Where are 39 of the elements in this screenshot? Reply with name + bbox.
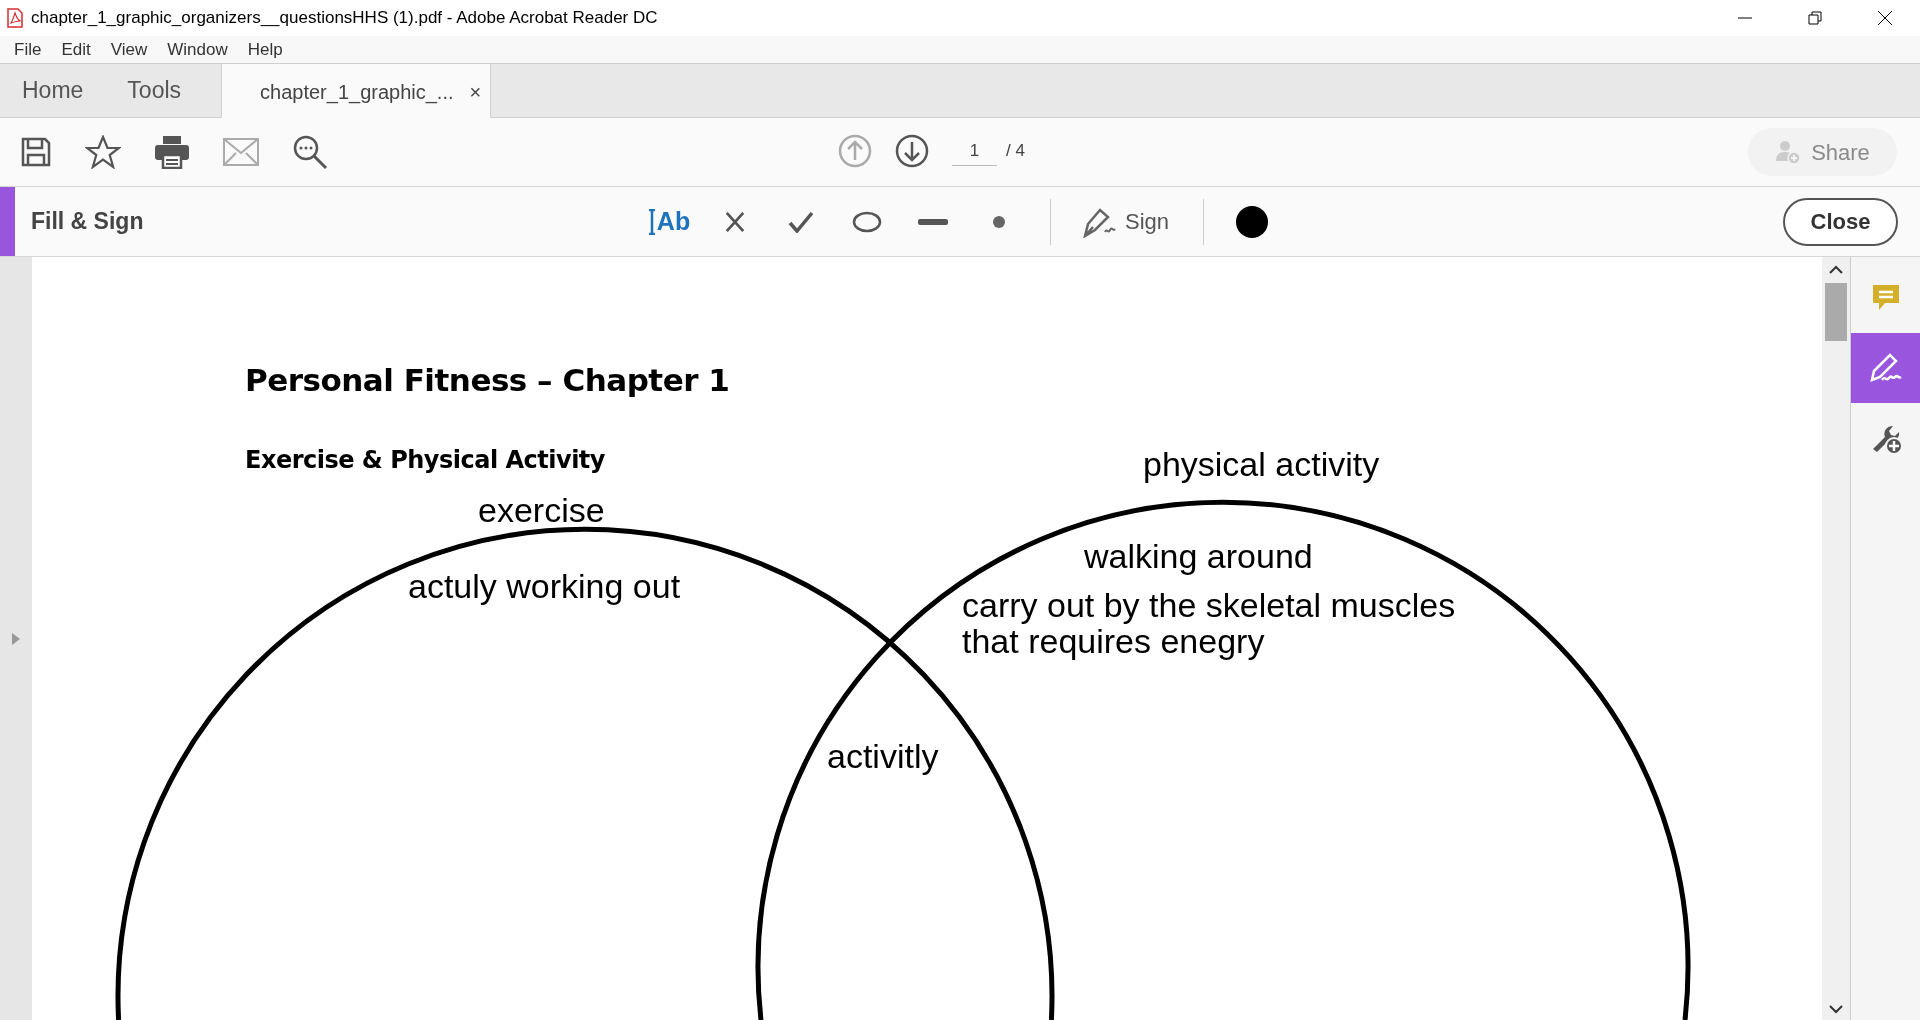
minimize-icon bbox=[1738, 17, 1752, 19]
scrollbar-thumb[interactable] bbox=[1825, 283, 1847, 341]
nav-tab[interactable]: Tools bbox=[105, 64, 204, 117]
menu-item[interactable]: View bbox=[100, 36, 158, 63]
annotation-text: carry out by the skeletal muscles that requires enegry bbox=[962, 587, 1456, 659]
add-person-icon bbox=[1775, 139, 1802, 165]
page-number-field[interactable]: 1 bbox=[952, 136, 997, 166]
annotation-text: activitly bbox=[827, 738, 939, 774]
document-tab[interactable]: chapter_1_graphic_... × bbox=[221, 64, 492, 119]
add-text-tool[interactable]: Ab bbox=[636, 202, 702, 241]
close-icon bbox=[1877, 10, 1893, 26]
page-total: / 4 bbox=[1006, 140, 1025, 163]
annotation-text: actuly working out bbox=[408, 568, 681, 604]
window-title: chapter_1_graphic_organizers__questionsHHS (1).pdf - Adobe Acrobat Reader DC bbox=[31, 7, 658, 30]
star-icon[interactable] bbox=[85, 135, 121, 169]
annotation-text: physical activity bbox=[1143, 446, 1380, 482]
menu-item[interactable]: Window bbox=[157, 36, 238, 63]
pen-signature-icon bbox=[1867, 352, 1904, 384]
document-heading: Personal Fitness – Chapter 1 bbox=[245, 361, 730, 400]
pen-signature-tool[interactable] bbox=[1851, 333, 1920, 403]
pdf-file-icon bbox=[6, 8, 24, 28]
annotation-text: walking around bbox=[1084, 538, 1313, 574]
menu-item[interactable]: File bbox=[4, 36, 52, 63]
printer-icon[interactable] bbox=[154, 135, 190, 169]
sign-button[interactable]: Sign bbox=[1081, 205, 1170, 238]
color-swatch[interactable] bbox=[1236, 205, 1269, 238]
restore-icon bbox=[1808, 11, 1822, 25]
nav-tab[interactable]: Home bbox=[0, 64, 106, 117]
annotation-text: exercise bbox=[478, 492, 605, 528]
close-button[interactable]: Close bbox=[1783, 197, 1898, 246]
search-icon[interactable] bbox=[292, 134, 328, 170]
fill-sign-accent-bar bbox=[0, 187, 15, 256]
fill-sign-title: Fill & Sign bbox=[31, 207, 144, 237]
document-subheading: Exercise & Physical Activity bbox=[245, 445, 605, 476]
tab-close-button[interactable]: × bbox=[469, 76, 482, 107]
menu-item[interactable]: Help bbox=[237, 36, 293, 63]
text-cursor-icon bbox=[647, 208, 656, 235]
save-icon[interactable] bbox=[20, 136, 52, 168]
menu-item[interactable]: Edit bbox=[51, 36, 101, 63]
